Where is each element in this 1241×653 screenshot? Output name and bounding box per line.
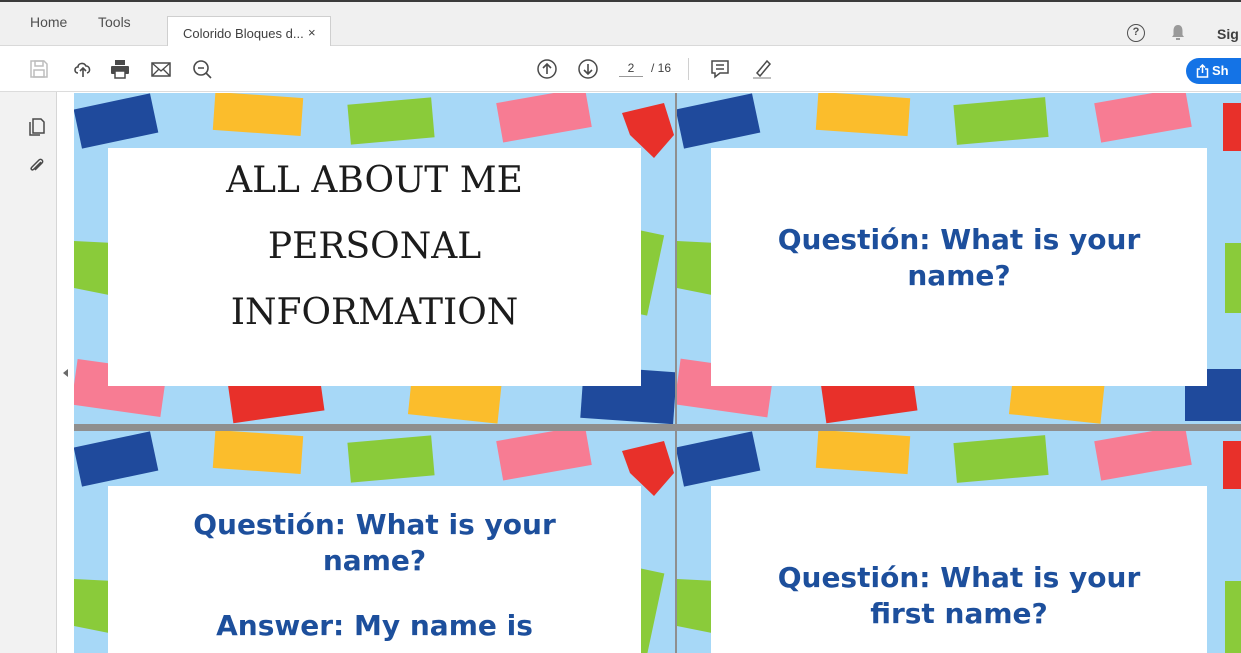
- pdf-reader-window: Home Tools Colorido Bloques d... × ? Sig: [0, 0, 1241, 653]
- collapse-panel-icon[interactable]: [63, 369, 68, 377]
- document-view[interactable]: ALL ABOUT ME PERSONAL INFORMATION Questi…: [74, 93, 1241, 653]
- question-line-2: name?: [322, 544, 427, 577]
- share-button[interactable]: Sh: [1186, 58, 1241, 84]
- page-title-card: ALL ABOUT ME PERSONAL INFORMATION: [74, 93, 675, 424]
- document-tab-title: Colorido Bloques d...: [183, 26, 304, 41]
- page-answer-content: Questión: What is your name? Answer: My …: [108, 486, 641, 653]
- page-question-card-2: Questión: What is your first name?: [677, 431, 1241, 653]
- close-tab-icon[interactable]: ×: [308, 25, 316, 40]
- tab-bar: Home Tools Colorido Bloques d... × ? Sig: [0, 0, 1241, 48]
- left-sidebar: [0, 92, 57, 653]
- page-question-card: Questión: What is your name?: [677, 93, 1241, 424]
- comment-icon[interactable]: [709, 58, 731, 80]
- zoom-icon[interactable]: [191, 58, 213, 80]
- question-line-1: Questión: What is your: [777, 223, 1141, 256]
- save-icon[interactable]: [28, 58, 50, 80]
- print-icon[interactable]: [109, 58, 131, 80]
- page-down-icon[interactable]: [577, 58, 599, 80]
- page-number-input[interactable]: 2: [619, 61, 643, 77]
- toolbar: 2 / 16 Sh: [0, 46, 1241, 92]
- bell-icon[interactable]: [1171, 24, 1185, 42]
- attachment-icon[interactable]: [28, 156, 46, 176]
- page-question-content: Questión: What is your first name?: [711, 486, 1207, 653]
- document-tab[interactable]: Colorido Bloques d... ×: [167, 16, 331, 48]
- email-icon[interactable]: [150, 58, 172, 80]
- question-line-2: name?: [907, 259, 1011, 292]
- tools-tab[interactable]: Tools: [98, 14, 131, 30]
- title-line-2: PERSONAL: [267, 226, 482, 267]
- page-answer-card: Questión: What is your name? Answer: My …: [74, 431, 675, 653]
- share-icon: [1196, 64, 1209, 78]
- question-line-2: first name?: [870, 597, 1048, 630]
- question-line-1: Questión: What is your: [193, 508, 556, 541]
- answer-line: Answer: My name is: [216, 609, 533, 642]
- page-question-content: Questión: What is your name?: [711, 148, 1207, 386]
- title-line-3: INFORMATION: [230, 292, 519, 333]
- question-line-1: Questión: What is your: [777, 561, 1141, 594]
- upload-icon[interactable]: [72, 58, 94, 80]
- home-tab[interactable]: Home: [30, 14, 67, 30]
- toolbar-divider: [688, 58, 689, 80]
- sign-in-link[interactable]: Sig: [1217, 26, 1239, 42]
- share-label: Sh: [1212, 63, 1229, 78]
- page-up-icon[interactable]: [536, 58, 558, 80]
- page-title-content: ALL ABOUT ME PERSONAL INFORMATION: [108, 148, 641, 386]
- help-icon[interactable]: ?: [1127, 24, 1145, 42]
- page-total-label: / 16: [651, 61, 672, 75]
- highlight-icon[interactable]: [751, 58, 773, 80]
- pages-icon[interactable]: [28, 116, 46, 136]
- title-line-1: ALL ABOUT ME: [226, 160, 523, 201]
